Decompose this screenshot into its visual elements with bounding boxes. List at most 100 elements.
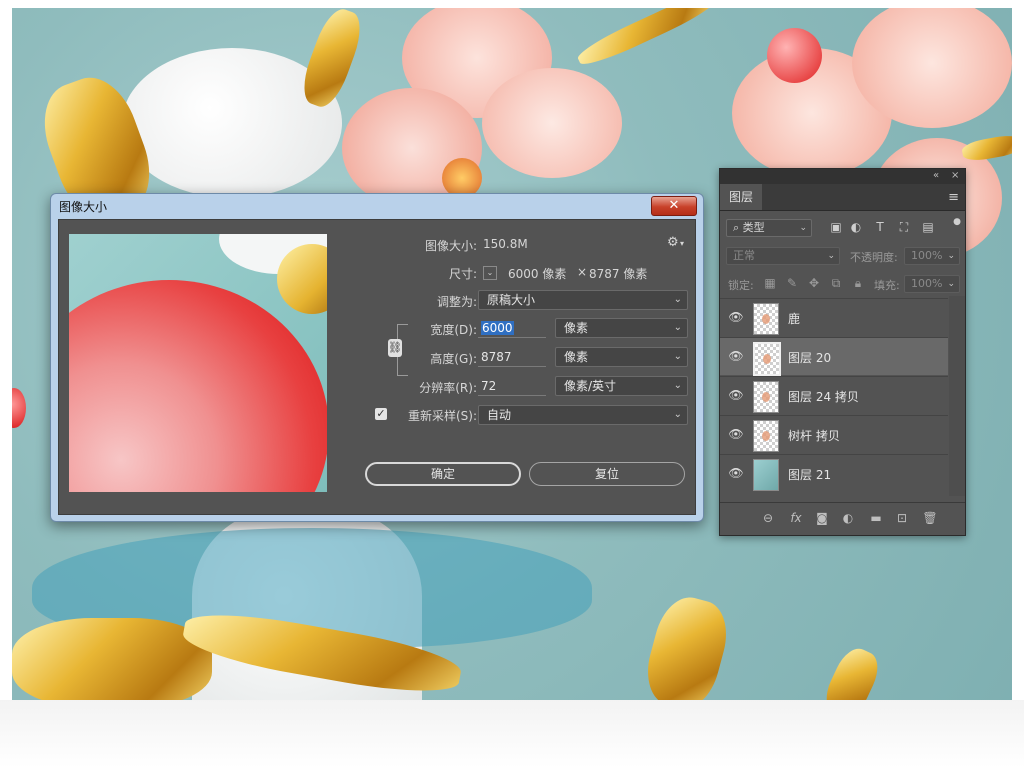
layer-row[interactable]: 👁︎ 图层 21: [720, 454, 948, 492]
fit-to-value: 原稿大小: [487, 293, 536, 307]
collapse-icon[interactable]: «: [933, 170, 939, 181]
reset-button[interactable]: 复位: [529, 462, 685, 486]
width-unit-dropdown[interactable]: 像素 ⌄: [555, 318, 688, 338]
fill-label: 填充:: [874, 279, 900, 292]
height-label: 高度(G):: [430, 352, 477, 366]
lock-label: 锁定:: [728, 279, 754, 292]
filter-toggle-icon[interactable]: ●: [949, 217, 965, 227]
fx-icon[interactable]: fx: [788, 511, 804, 525]
layer-name: 图层 20: [788, 351, 832, 365]
eye-icon[interactable]: 👁︎: [728, 428, 744, 440]
fit-to-dropdown[interactable]: 原稿大小 ⌄: [478, 290, 688, 310]
resample-value: 自动: [487, 408, 512, 422]
gold-leaf: [819, 642, 885, 700]
dimensions-label: 尺寸:: [448, 267, 477, 281]
lock-all-icon[interactable]: 🔒︎: [850, 276, 866, 291]
opacity-label: 不透明度:: [850, 251, 898, 264]
lock-pixels-icon[interactable]: ✎: [784, 276, 800, 290]
gold-branch: [960, 132, 1012, 164]
gold-branch: [574, 8, 720, 71]
filter-kind-dropdown[interactable]: ⌕ 类型 ⌄: [726, 219, 812, 237]
type-filter-icon[interactable]: T: [872, 220, 888, 234]
chevron-down-icon: ⌄: [827, 251, 835, 261]
layer-name: 图层 21: [788, 468, 832, 482]
red-berry: [767, 28, 822, 83]
chevron-down-icon: ⌄: [799, 223, 807, 233]
new-group-icon[interactable]: ▬: [868, 511, 884, 525]
search-icon: ⌕: [733, 221, 743, 234]
gear-dropdown-icon[interactable]: ▾: [680, 239, 684, 248]
opacity-input[interactable]: 100% ⌄: [904, 247, 960, 265]
gold-branch: [296, 8, 368, 112]
layers-footer: ⊖ fx ◙ ◐ ▬ ⊡ 🗑︎: [720, 502, 965, 535]
blend-mode-dropdown[interactable]: 正常 ⌄: [726, 247, 840, 265]
layers-scrollbar[interactable]: [949, 296, 965, 496]
layer-name: 树杆 拷贝: [788, 429, 840, 443]
shape-filter-icon[interactable]: ⛶: [896, 220, 912, 235]
layer-mask-icon[interactable]: ◙: [814, 511, 830, 525]
new-layer-icon[interactable]: ⊡: [894, 511, 910, 525]
lock-artboard-icon[interactable]: ⧉: [828, 276, 844, 291]
chevron-down-icon: ⌄: [673, 409, 682, 420]
layer-row[interactable]: 👁︎ 鹿: [720, 298, 948, 336]
height-unit-value: 像素: [564, 350, 589, 364]
resolution-unit-dropdown[interactable]: 像素/英寸 ⌄: [555, 376, 688, 396]
width-value: 6000: [481, 321, 514, 335]
link-layers-icon[interactable]: ⊖: [760, 511, 776, 525]
resolution-input[interactable]: 72: [478, 376, 546, 396]
image-size-dialog: 图像大小 ✕ 图像大小: 150.8M ⚙ ▾ 尺寸: ⌄ 6000 像素 × …: [50, 193, 704, 522]
image-size-label: 图像大小:: [424, 239, 477, 253]
dialog-title: 图像大小: [59, 200, 108, 214]
chevron-down-icon: ⌄: [673, 294, 682, 305]
resample-label: 重新采样(S):: [407, 409, 477, 423]
pixel-filter-icon[interactable]: ▣: [828, 220, 844, 234]
dialog-body: 图像大小: 150.8M ⚙ ▾ 尺寸: ⌄ 6000 像素 × 8787 像素…: [58, 219, 696, 515]
trash-icon[interactable]: 🗑︎: [922, 511, 938, 525]
panel-menu-icon[interactable]: ≡: [948, 190, 959, 205]
width-label: 宽度(D):: [430, 323, 477, 337]
opacity-value: 100%: [911, 249, 943, 262]
flower-center: [442, 158, 482, 198]
layer-thumbnail: [753, 303, 779, 335]
height-unit-dropdown[interactable]: 像素 ⌄: [555, 347, 688, 367]
layer-row[interactable]: 👁︎ 图层 24 拷贝: [720, 376, 948, 414]
width-input[interactable]: 6000: [478, 318, 546, 338]
dimensions-unit-dropdown[interactable]: ⌄: [483, 266, 497, 280]
chevron-down-icon: ⌄: [947, 251, 955, 261]
resolution-unit-value: 像素/英寸: [564, 379, 617, 393]
tab-layers[interactable]: 图层: [720, 184, 762, 210]
gold-leaf: [638, 590, 736, 700]
resample-dropdown[interactable]: 自动 ⌄: [478, 405, 688, 425]
fill-input[interactable]: 100% ⌄: [904, 275, 960, 293]
blend-mode-value: 正常: [733, 249, 755, 262]
lock-row: 锁定: ▦ ✎ ✥ ⧉ 🔒︎ 填充: 100% ⌄: [720, 271, 965, 297]
layer-thumbnail: [753, 381, 779, 413]
fit-to-label: 调整为:: [436, 295, 477, 309]
eye-icon[interactable]: 👁︎: [728, 350, 744, 362]
lock-position-icon[interactable]: ✥: [806, 276, 822, 290]
flower-petal: [482, 68, 622, 178]
eye-icon[interactable]: 👁︎: [728, 389, 744, 401]
height-input[interactable]: 8787: [478, 347, 546, 367]
adjustment-layer-icon[interactable]: ◐: [840, 511, 856, 525]
lock-transparent-icon[interactable]: ▦: [762, 276, 778, 290]
layer-row[interactable]: 👁︎ 树杆 拷贝: [720, 415, 948, 453]
close-button[interactable]: ✕: [651, 196, 697, 216]
layers-panel: « × 图层 ≡ ⌕ 类型 ⌄ ▣ ◐ T ⛶ ▤ ● 正常 ⌄ 不透明度: 1…: [719, 168, 966, 536]
chevron-down-icon: ⌄: [673, 322, 682, 333]
width-unit-value: 像素: [564, 321, 589, 335]
smart-object-filter-icon[interactable]: ▤: [920, 220, 936, 234]
red-berry: [12, 388, 26, 428]
eye-icon[interactable]: 👁︎: [728, 467, 744, 479]
close-icon[interactable]: ×: [951, 170, 959, 181]
blend-row: 正常 ⌄ 不透明度: 100% ⌄: [720, 245, 965, 271]
filter-row: ⌕ 类型 ⌄ ▣ ◐ T ⛶ ▤ ●: [720, 217, 965, 243]
filter-kind-value: 类型: [742, 221, 765, 234]
image-size-value: 150.8M: [483, 237, 528, 251]
eye-icon[interactable]: 👁︎: [728, 311, 744, 323]
gear-icon[interactable]: ⚙: [667, 235, 679, 250]
image-preview[interactable]: [69, 234, 327, 492]
layer-row[interactable]: 👁︎ 图层 20: [720, 337, 948, 376]
ok-button[interactable]: 确定: [365, 462, 521, 486]
adjustment-filter-icon[interactable]: ◐: [848, 220, 864, 234]
